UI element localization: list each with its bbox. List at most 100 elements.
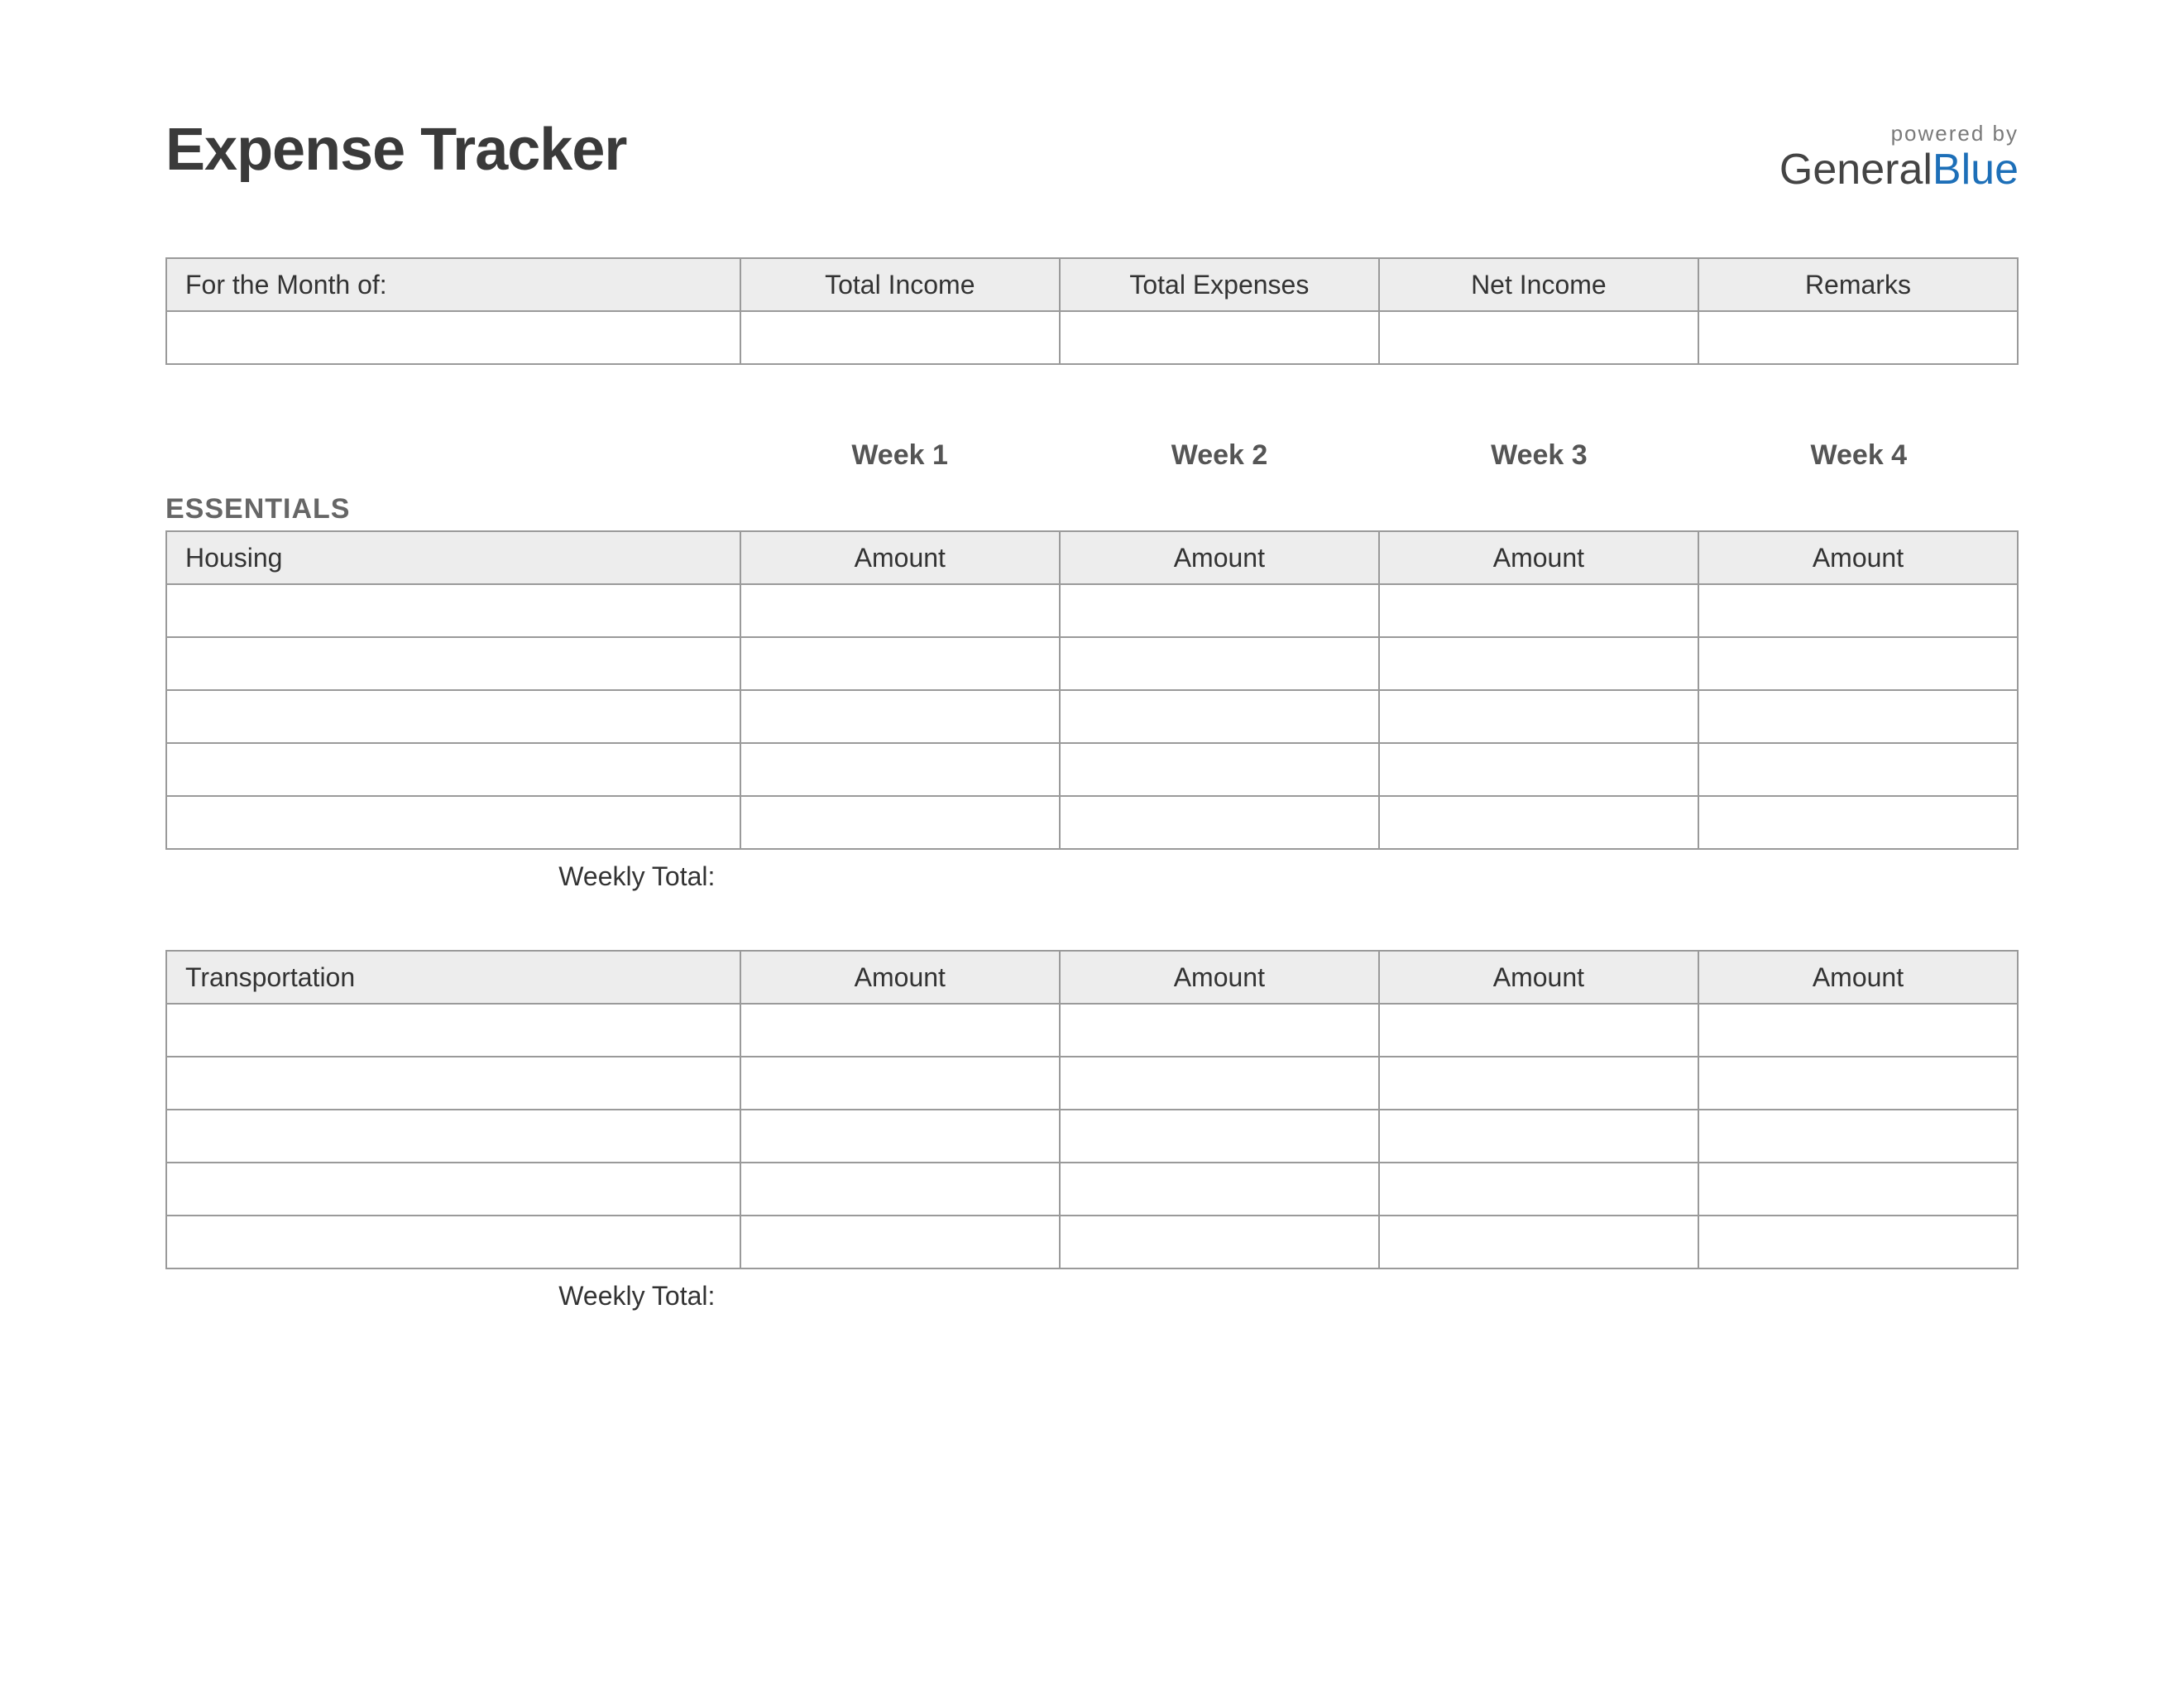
brand-name: GeneralBlue	[1779, 148, 2019, 191]
remarks-value[interactable]	[1698, 311, 2018, 364]
amount-label: Amount	[1060, 531, 1379, 584]
cell-amount[interactable]	[740, 690, 1060, 743]
cell-amount[interactable]	[1379, 1110, 1698, 1163]
cell-amount[interactable]	[740, 1004, 1060, 1057]
cell-desc[interactable]	[166, 1004, 740, 1057]
cell-amount[interactable]	[1060, 1004, 1379, 1057]
cell-amount[interactable]	[1060, 1057, 1379, 1110]
net-income-value[interactable]	[1379, 311, 1698, 364]
cell-amount[interactable]	[740, 1110, 1060, 1163]
cell-amount[interactable]	[1060, 1110, 1379, 1163]
cell-amount[interactable]	[1060, 796, 1379, 849]
transportation-label: Transportation	[166, 951, 740, 1004]
header: Expense Tracker powered by GeneralBlue	[165, 116, 2019, 191]
table-row	[166, 1057, 2018, 1110]
cell-amount[interactable]	[1379, 1057, 1698, 1110]
housing-header-row: Housing Amount Amount Amount Amount	[166, 531, 2018, 584]
brand-logo: powered by GeneralBlue	[1779, 116, 2019, 191]
cell-amount[interactable]	[1379, 1163, 1698, 1216]
brand-general: General	[1779, 146, 1933, 194]
cell-amount[interactable]	[1698, 637, 2018, 690]
cell-amount[interactable]	[740, 1216, 1060, 1268]
amount-label: Amount	[740, 531, 1060, 584]
cell-amount[interactable]	[1698, 584, 2018, 637]
brand-powered-by: powered by	[1779, 121, 2019, 146]
housing-label: Housing	[166, 531, 740, 584]
cell-desc[interactable]	[166, 584, 740, 637]
table-row	[166, 637, 2018, 690]
housing-weekly-total-label: Weekly Total:	[165, 850, 740, 892]
cell-amount[interactable]	[1060, 743, 1379, 796]
month-value[interactable]	[166, 311, 740, 364]
page-title: Expense Tracker	[165, 116, 626, 184]
transportation-table: Transportation Amount Amount Amount Amou…	[165, 950, 2019, 1269]
cell-desc[interactable]	[166, 743, 740, 796]
cell-desc[interactable]	[166, 1163, 740, 1216]
table-row	[166, 690, 2018, 743]
category-transportation: Transportation Amount Amount Amount Amou…	[165, 950, 2019, 1312]
cell-amount[interactable]	[1698, 796, 2018, 849]
week-3-header: Week 3	[1379, 439, 1698, 472]
cell-amount[interactable]	[1379, 637, 1698, 690]
amount-label: Amount	[1379, 951, 1698, 1004]
cell-amount[interactable]	[1060, 1163, 1379, 1216]
cell-amount[interactable]	[1698, 1004, 2018, 1057]
cell-amount[interactable]	[740, 637, 1060, 690]
cell-amount[interactable]	[1379, 743, 1698, 796]
transportation-header-row: Transportation Amount Amount Amount Amou…	[166, 951, 2018, 1004]
cell-amount[interactable]	[1698, 1057, 2018, 1110]
cell-amount[interactable]	[740, 796, 1060, 849]
week-header-spacer	[165, 439, 740, 472]
amount-label: Amount	[1698, 951, 2018, 1004]
cell-amount[interactable]	[1379, 1004, 1698, 1057]
total-income-label: Total Income	[740, 258, 1060, 311]
cell-amount[interactable]	[1698, 1216, 2018, 1268]
table-row	[166, 584, 2018, 637]
table-row	[166, 796, 2018, 849]
summary-value-row	[166, 311, 2018, 364]
cell-desc[interactable]	[166, 1216, 740, 1268]
total-expenses-value[interactable]	[1060, 311, 1379, 364]
cell-amount[interactable]	[740, 584, 1060, 637]
cell-desc[interactable]	[166, 637, 740, 690]
cell-amount[interactable]	[1060, 637, 1379, 690]
amount-label: Amount	[740, 951, 1060, 1004]
housing-table: Housing Amount Amount Amount Amount	[165, 530, 2019, 850]
cell-amount[interactable]	[1698, 1163, 2018, 1216]
cell-desc[interactable]	[166, 1110, 740, 1163]
cell-amount[interactable]	[740, 743, 1060, 796]
amount-label: Amount	[1379, 531, 1698, 584]
remarks-label: Remarks	[1698, 258, 2018, 311]
cell-amount[interactable]	[740, 1057, 1060, 1110]
cell-amount[interactable]	[1379, 584, 1698, 637]
table-row	[166, 1216, 2018, 1268]
week-4-header: Week 4	[1699, 439, 2019, 472]
cell-amount[interactable]	[1698, 690, 2018, 743]
cell-amount[interactable]	[1698, 743, 2018, 796]
amount-label: Amount	[1698, 531, 2018, 584]
cell-desc[interactable]	[166, 690, 740, 743]
table-row	[166, 1163, 2018, 1216]
cell-amount[interactable]	[1379, 690, 1698, 743]
table-row	[166, 1110, 2018, 1163]
week-2-header: Week 2	[1060, 439, 1379, 472]
cell-amount[interactable]	[1060, 584, 1379, 637]
brand-blue: Blue	[1933, 146, 2019, 194]
cell-amount[interactable]	[1379, 1216, 1698, 1268]
week-headers: Week 1 Week 2 Week 3 Week 4	[165, 439, 2019, 472]
cell-amount[interactable]	[1379, 796, 1698, 849]
cell-desc[interactable]	[166, 1057, 740, 1110]
cell-amount[interactable]	[1698, 1110, 2018, 1163]
amount-label: Amount	[1060, 951, 1379, 1004]
cell-desc[interactable]	[166, 796, 740, 849]
transportation-weekly-total-label: Weekly Total:	[165, 1269, 740, 1312]
summary-table: For the Month of: Total Income Total Exp…	[165, 257, 2019, 365]
table-row	[166, 743, 2018, 796]
cell-amount[interactable]	[1060, 690, 1379, 743]
category-housing: Housing Amount Amount Amount Amount Week…	[165, 530, 2019, 892]
cell-amount[interactable]	[740, 1163, 1060, 1216]
table-row	[166, 1004, 2018, 1057]
week-1-header: Week 1	[740, 439, 1059, 472]
cell-amount[interactable]	[1060, 1216, 1379, 1268]
total-income-value[interactable]	[740, 311, 1060, 364]
